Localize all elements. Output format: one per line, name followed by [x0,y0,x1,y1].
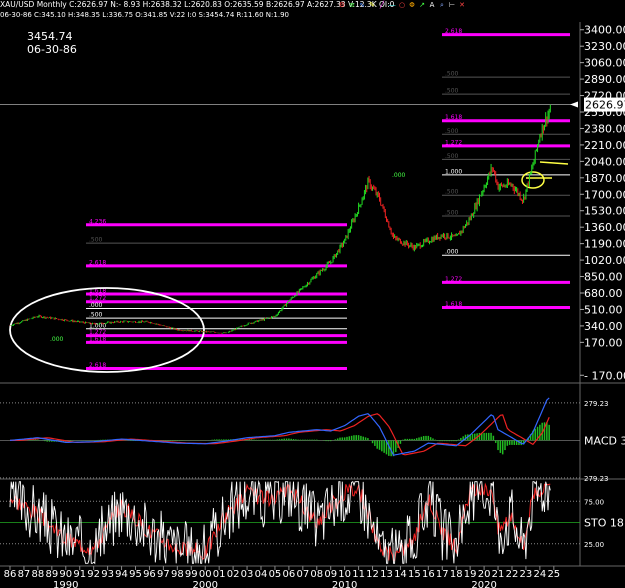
x-tick-label: 07 [296,569,309,580]
x-tick-label: 21 [492,569,505,580]
fib-level-label: 1.272 [445,276,462,283]
fib-level-label: 4.236 [89,218,106,225]
x-major-label: 2000 [192,580,217,588]
macd-upper-label: 279.23 [584,400,609,408]
x-tick-label: 24 [534,569,547,580]
macd-histogram [11,422,550,457]
fib-level-label: .500 [445,71,459,78]
price-axis-label: 2380.00 [584,122,625,135]
x-tick-label: 91 [73,569,86,580]
macd-line [9,397,550,456]
x-tick-label: 18 [450,569,463,580]
x-tick-label: 01 [213,569,226,580]
x-tick-label: 14 [394,569,407,580]
price-axis-label: 3400.00 [584,24,625,37]
x-tick-label: 93 [101,569,114,580]
x-tick-label: 09 [324,569,337,580]
price-axis-label: 1870.00 [584,172,625,185]
x-tick-label: 13 [380,569,393,580]
price-axis-label: - 170.00 [584,369,625,382]
x-tick-label: 00 [199,569,212,580]
x-tick-label: 10 [338,569,351,580]
x-tick-label: 03 [241,569,254,580]
price-axis-label: 1530.00 [584,205,625,218]
x-tick-label: 23 [520,569,533,580]
x-tick-label: 11 [352,569,365,580]
annotation-label: .000 [392,172,406,179]
x-tick-label: 96 [143,569,156,580]
fib-level-label: .500 [445,88,459,95]
x-tick-label: 86 [4,569,17,580]
fib-level-label: 1.618 [445,301,462,308]
fib-level-label: .500 [445,153,459,160]
annotation-label: .000 [50,336,64,343]
price-axis-label: 1020.00 [584,254,625,267]
fib-level-label: .000 [445,249,459,256]
sto-upper-label: 75.00 [584,498,604,506]
fib-level-label: 2.618 [445,28,462,35]
x-major-label: 2020 [471,580,496,588]
fib-level-label: 1.618 [89,336,106,343]
x-tick-label: 90 [59,569,72,580]
x-tick-label: 88 [32,569,45,580]
x-tick-label: 06 [283,569,296,580]
price-axis-label: 850.00 [584,271,623,284]
price-axis-label: 1700.00 [584,188,625,201]
sto-label: STO 18 [584,517,624,530]
price-axis-label: 170.00 [584,336,623,349]
circle-annotation [521,171,545,189]
x-tick-label: 08 [310,569,323,580]
price-axis-label: 1360.00 [584,221,625,234]
price-axis-label: 680.00 [584,287,623,300]
current-price-label: 2626.97 [585,99,625,112]
x-tick-label: 17 [436,569,449,580]
x-tick-label: 12 [366,569,379,580]
marker-line [539,161,569,165]
x-tick-label: 05 [269,569,282,580]
fib-level-label: 1.000 [445,168,462,175]
current-price-arrow [570,101,578,108]
macd-lower-label: 279.23 [584,475,609,483]
x-tick-label: 02 [227,569,240,580]
price-axis-label: 1190.00 [584,238,625,251]
x-tick-label: 15 [408,569,421,580]
price-axis-label: 510.00 [584,303,623,316]
fib-level-label: 1.272 [445,139,462,146]
price-axis-label: 340.00 [584,320,623,333]
price-axis-label: 2890.00 [584,73,625,86]
x-tick-label: 92 [87,569,100,580]
fib-level-label: .500 [445,210,459,217]
price-axis-label: 2210.00 [584,139,625,152]
x-tick-label: 97 [157,569,170,580]
x-tick-label: 25 [547,569,560,580]
price-axis-label: 3060.00 [584,57,625,70]
x-tick-label: 87 [18,569,31,580]
fib-level-label: .500 [445,128,459,135]
fib-level-label: .500 [89,237,103,244]
price-axis-label: 3230.00 [584,40,625,53]
x-major-label: 1990 [53,580,78,588]
x-tick-label: 22 [506,569,519,580]
x-tick-label: 19 [464,569,477,580]
fib-level-label: .000 [89,302,103,309]
macd-label: MACD 3 [584,434,625,447]
fib-level-label: .500 [89,312,103,319]
x-tick-label: 95 [129,569,142,580]
x-tick-label: 20 [478,569,491,580]
x-tick-label: 04 [255,569,268,580]
price-axis-label: 2040.00 [584,155,625,168]
x-tick-label: 99 [185,569,198,580]
x-tick-label: 89 [45,569,58,580]
fib-level-label: 1.618 [445,114,462,121]
x-major-label: 2010 [332,580,357,588]
x-tick-label: 16 [422,569,435,580]
fib-level-label: .500 [445,189,459,196]
fib-level-label: 2.618 [89,362,106,369]
chart-area[interactable]: 3400.003230.003060.002890.002720.002550.… [0,0,625,588]
x-tick-label: 98 [171,569,184,580]
sto-lower-label: 25.00 [584,541,604,549]
fib-level-label: 2.618 [89,259,106,266]
x-tick-label: 94 [115,569,128,580]
